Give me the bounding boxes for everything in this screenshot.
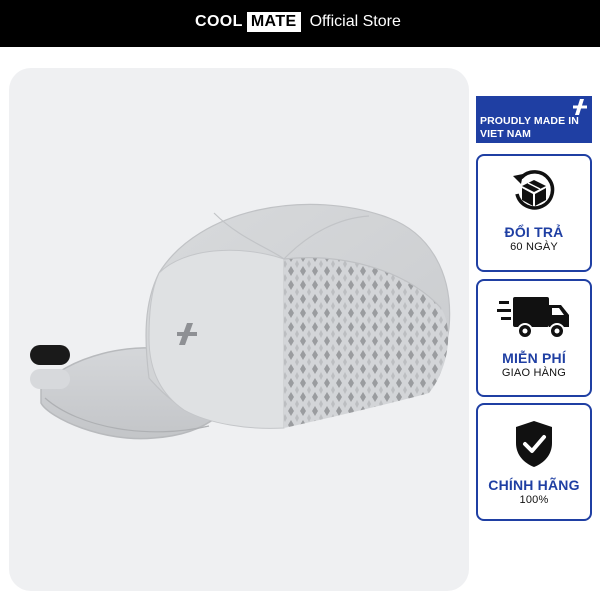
free-shipping-subtitle: GIAO HÀNG bbox=[501, 367, 567, 379]
color-swatch-light-gray[interactable] bbox=[30, 369, 70, 389]
authentic-subtitle: 100% bbox=[519, 494, 549, 506]
brand-logo[interactable]: COOL MATE Official Store bbox=[195, 12, 401, 32]
brand-name-cool: COOL bbox=[195, 13, 243, 30]
free-shipping-badge: MIỄN PHÍ GIAO HÀNG bbox=[476, 279, 592, 397]
brand-name-mate: MATE bbox=[246, 12, 301, 32]
return-box-icon bbox=[513, 170, 555, 210]
returns-subtitle: 60 NGÀY bbox=[510, 241, 558, 253]
color-swatch-black[interactable] bbox=[30, 345, 70, 365]
made-in-label: PROUDLY MADE IN VIET NAM bbox=[480, 115, 579, 140]
product-image-card[interactable] bbox=[9, 68, 469, 591]
product-cap-image bbox=[40, 203, 451, 440]
shield-check-icon bbox=[516, 421, 552, 467]
authentic-badge: CHÍNH HÃNG 100% bbox=[476, 403, 592, 521]
free-shipping-title: MIỄN PHÍ bbox=[502, 350, 566, 366]
delivery-truck-icon bbox=[497, 297, 569, 339]
store-header: COOL MATE Official Store bbox=[0, 0, 600, 47]
authentic-title: CHÍNH HÃNG bbox=[488, 477, 580, 493]
store-label: Official Store bbox=[309, 13, 401, 30]
returns-badge: ĐỔI TRẢ 60 NGÀY bbox=[476, 154, 592, 272]
returns-title: ĐỔI TRẢ bbox=[504, 224, 564, 240]
made-in-vietnam-badge: PROUDLY MADE IN VIET NAM bbox=[476, 96, 592, 143]
brand-mark-icon bbox=[573, 99, 587, 115]
